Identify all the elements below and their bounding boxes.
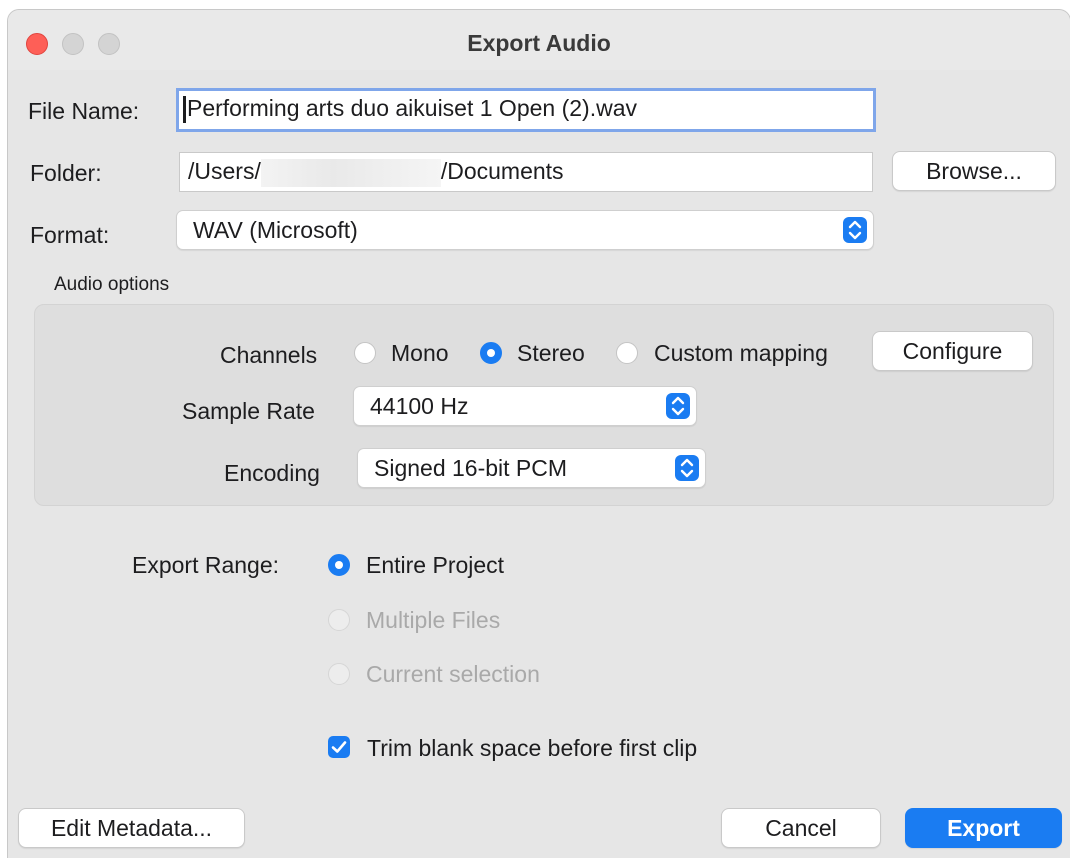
encoding-select[interactable]: Signed 16-bit PCM bbox=[357, 448, 706, 488]
export-range-multiple-files-label: Multiple Files bbox=[366, 607, 501, 633]
file-name-label: File Name: bbox=[28, 98, 140, 124]
folder-input[interactable]: /Users/ /Documents bbox=[179, 152, 873, 192]
browse-button[interactable]: Browse... bbox=[892, 151, 1056, 191]
folder-path-prefix: /Users/ bbox=[188, 158, 261, 184]
encoding-label: Encoding bbox=[224, 460, 320, 486]
cancel-button[interactable]: Cancel bbox=[721, 808, 881, 848]
channel-mono-radio[interactable] bbox=[354, 342, 376, 364]
export-range-label: Export Range: bbox=[132, 552, 280, 578]
edit-metadata-button[interactable]: Edit Metadata... bbox=[18, 808, 245, 848]
chevron-up-down-icon bbox=[843, 217, 867, 243]
sample-rate-select[interactable]: 44100 Hz bbox=[353, 386, 697, 426]
configure-button[interactable]: Configure bbox=[872, 331, 1033, 371]
checkmark-icon bbox=[331, 741, 347, 753]
file-name-input[interactable]: Performing arts duo aikuiset 1 Open (2).… bbox=[176, 88, 876, 132]
export-range-current-selection-radio[interactable] bbox=[328, 663, 350, 685]
window-title: Export Audio bbox=[467, 30, 611, 56]
channels-label: Channels bbox=[220, 342, 318, 368]
encoding-selected-value: Signed 16-bit PCM bbox=[374, 455, 568, 481]
trim-blank-space-label: Trim blank space before first clip bbox=[367, 735, 698, 761]
folder-path-suffix: /Documents bbox=[440, 158, 564, 184]
format-selected-value: WAV (Microsoft) bbox=[193, 217, 358, 243]
sample-rate-label: Sample Rate bbox=[182, 398, 315, 424]
title-bar: Export Audio bbox=[8, 10, 1070, 70]
chevron-up-down-icon bbox=[675, 455, 699, 481]
export-audio-dialog: Export Audio File Name: Performing arts … bbox=[8, 10, 1070, 858]
trim-blank-space-checkbox[interactable] bbox=[328, 736, 350, 758]
sample-rate-selected-value: 44100 Hz bbox=[370, 393, 469, 419]
channel-custom-mapping-label: Custom mapping bbox=[654, 340, 828, 366]
export-button[interactable]: Export bbox=[905, 808, 1062, 848]
channel-stereo-radio[interactable] bbox=[480, 342, 502, 364]
export-range-entire-project-radio[interactable] bbox=[328, 554, 350, 576]
channel-stereo-label: Stereo bbox=[517, 340, 585, 366]
folder-label: Folder: bbox=[30, 160, 102, 186]
redacted-username bbox=[260, 158, 441, 187]
export-range-entire-project-label: Entire Project bbox=[366, 552, 505, 578]
chevron-up-down-icon bbox=[666, 393, 690, 419]
export-range-multiple-files-radio[interactable] bbox=[328, 609, 350, 631]
audio-options-heading: Audio options bbox=[54, 274, 170, 295]
channel-custom-mapping-radio[interactable] bbox=[616, 342, 638, 364]
file-name-value: Performing arts duo aikuiset 1 Open (2).… bbox=[187, 95, 637, 121]
text-caret bbox=[183, 96, 186, 124]
export-range-current-selection-label: Current selection bbox=[366, 661, 540, 687]
channel-mono-label: Mono bbox=[391, 340, 449, 366]
format-select[interactable]: WAV (Microsoft) bbox=[176, 210, 874, 250]
format-label: Format: bbox=[30, 222, 110, 248]
